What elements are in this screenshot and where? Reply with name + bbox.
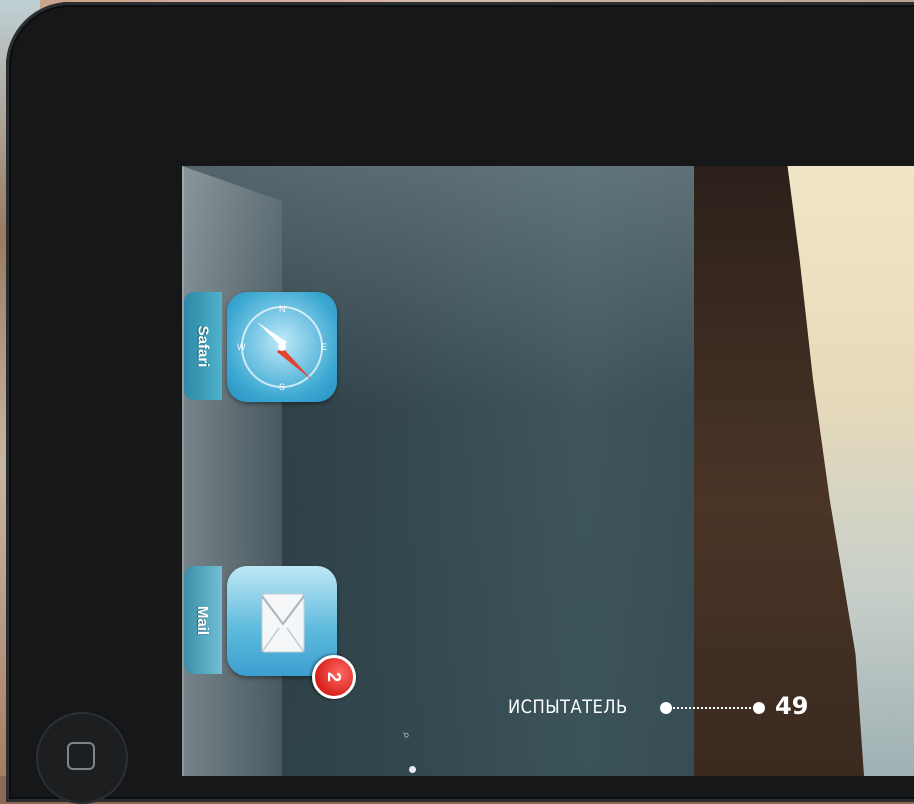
svg-text:N: N [279,304,286,314]
svg-text:S: S [279,382,285,392]
mail-app-label-tab[interactable]: Mail [184,566,222,674]
safari-label: Safari [194,325,212,367]
spotlight-search-icon[interactable]: ⌕ [400,732,414,742]
magazine-section-label: ИСПЫТАТЕЛЬ [508,696,628,718]
dotted-leader-line [662,707,758,709]
mail-unread-badge: 2 [312,655,356,699]
home-square-icon [67,742,95,770]
mail-label: Mail [194,605,212,635]
page-indicator-dot[interactable] [409,766,416,773]
leader-start-dot [660,702,672,714]
ipad-screen [182,166,914,776]
svg-text:E: E [321,342,327,352]
magazine-page-number: 49 [775,692,809,720]
svg-text:W: W [237,342,246,352]
safari-app-label-tab[interactable]: Safari [184,292,222,400]
safari-icon[interactable]: N S W E [227,292,337,402]
app-switcher-tray [182,166,282,776]
leader-end-dot [753,702,765,714]
